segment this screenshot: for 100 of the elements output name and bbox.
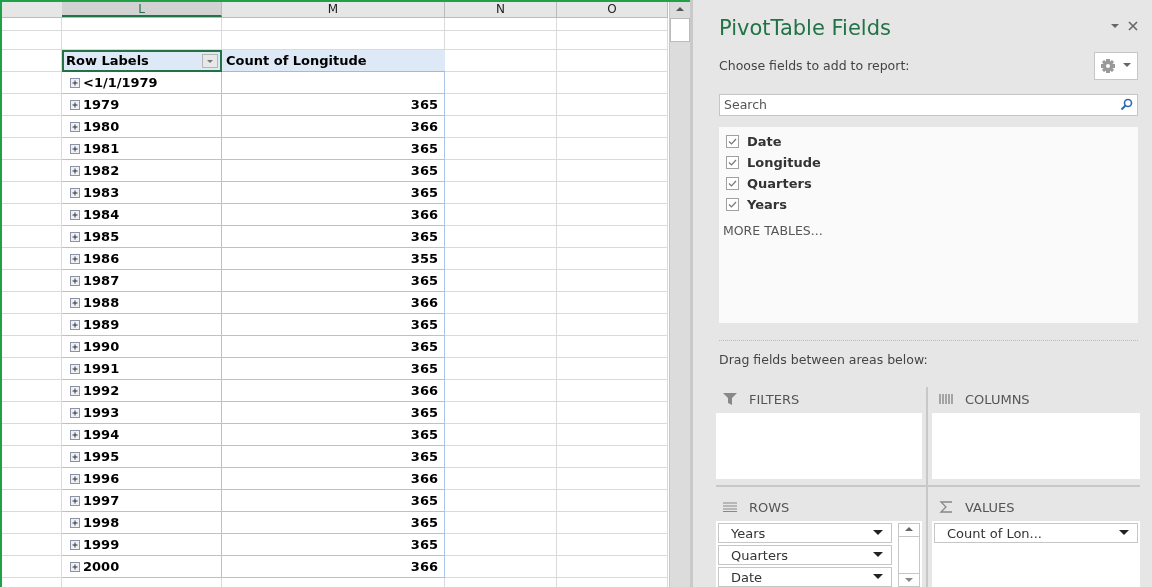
table-cell: 365 [222, 424, 445, 446]
search-icon [1120, 97, 1133, 111]
row-label: 1997 [83, 493, 120, 508]
row-label: 1998 [83, 515, 120, 530]
expand-icon[interactable] [70, 297, 80, 308]
field-name[interactable]: Years [747, 196, 787, 212]
row-label: 1982 [83, 163, 120, 178]
choose-fields-label: Choose fields to add to report: [719, 58, 910, 74]
expand-icon[interactable] [70, 451, 80, 462]
expand-icon[interactable] [70, 517, 80, 528]
row-label: 1990 [83, 339, 120, 354]
caret-icon [873, 530, 883, 536]
table-cell: 365 [222, 160, 445, 182]
field-chip[interactable]: Date [718, 567, 892, 587]
drop-area[interactable]: Years Quarters Date [716, 521, 922, 587]
checkbox[interactable] [726, 176, 739, 190]
expand-icon[interactable] [70, 407, 80, 418]
drop-area[interactable]: Count of Lon... [932, 521, 1140, 587]
expand-icon[interactable] [70, 165, 80, 176]
column-header[interactable]: O [557, 2, 668, 17]
caret-icon [1123, 63, 1131, 69]
checkbox[interactable] [726, 197, 739, 211]
checkbox[interactable] [726, 155, 739, 169]
area-label: ROWS [749, 499, 790, 515]
table-cell: 365 [222, 446, 445, 468]
field-chip[interactable]: Years [718, 523, 892, 543]
expand-icon[interactable] [70, 385, 80, 396]
expand-icon[interactable] [70, 121, 80, 132]
area-label: FILTERS [749, 391, 800, 407]
table-cell: 365 [222, 182, 445, 204]
scroll-thumb[interactable] [670, 18, 690, 42]
panel-title: PivotTable Fields [719, 14, 892, 40]
expand-icon[interactable] [70, 99, 80, 110]
caret-icon [873, 574, 883, 580]
settings-button[interactable] [1094, 51, 1138, 80]
row-label: 1987 [83, 273, 120, 288]
column-header[interactable]: N [445, 2, 557, 17]
rows-icon [723, 502, 737, 512]
vertical-scrollbar[interactable] [669, 2, 690, 587]
table-cell: 365 [222, 314, 445, 336]
row-label: 1993 [83, 405, 120, 420]
table-cell: 355 [222, 248, 445, 270]
row-label: 1999 [83, 537, 120, 552]
table-cell: 365 [222, 138, 445, 160]
dropdown-icon[interactable] [1110, 21, 1120, 30]
dropdown-icon[interactable] [202, 53, 218, 68]
field-name[interactable]: Quarters [747, 175, 812, 191]
row-label: 1983 [83, 185, 120, 200]
row-label: 1996 [83, 471, 120, 486]
field-name[interactable]: Date [747, 133, 782, 149]
gear-icon [1101, 58, 1115, 73]
table-cell: 366 [222, 292, 445, 314]
table-cell: 365 [222, 490, 445, 512]
row-label: 1986 [83, 251, 120, 266]
expand-icon[interactable] [70, 209, 80, 220]
expand-icon[interactable] [70, 539, 80, 550]
search-field[interactable]: Search [719, 93, 1138, 116]
table-cell: 365 [222, 358, 445, 380]
expand-icon[interactable] [70, 275, 80, 286]
row-labels-header[interactable]: Row Labels [62, 50, 222, 72]
caret-icon [873, 552, 883, 558]
checkbox[interactable] [726, 134, 739, 148]
field-chip[interactable]: Count of Lon... [934, 523, 1138, 543]
table-cell: 365 [222, 534, 445, 556]
columns-icon [939, 393, 953, 405]
expand-icon[interactable] [70, 187, 80, 198]
row-label: 1989 [83, 317, 120, 332]
value-header: Count of Longitude [222, 50, 445, 72]
row-label: 1984 [83, 207, 120, 222]
close-icon[interactable] [1128, 20, 1138, 31]
field-chip[interactable]: Quarters [718, 545, 892, 565]
table-cell: 365 [222, 512, 445, 534]
row-label: 1994 [83, 427, 120, 442]
expand-icon[interactable] [70, 319, 80, 330]
expand-icon[interactable] [70, 429, 80, 440]
column-header[interactable]: M [222, 2, 445, 17]
field-name[interactable]: Longitude [747, 154, 821, 170]
row-label: 2000 [83, 559, 120, 574]
expand-icon[interactable] [70, 363, 80, 374]
column-header[interactable]: L [62, 2, 222, 17]
row-label: 1979 [83, 97, 120, 112]
expand-icon[interactable] [70, 341, 80, 352]
list-scrollbar[interactable] [898, 523, 920, 587]
row-label: 1992 [83, 383, 120, 398]
expand-icon[interactable] [70, 231, 80, 242]
table-cell: 366 [222, 468, 445, 490]
table-cell: 365 [222, 94, 445, 116]
table-cell: 366 [222, 380, 445, 402]
expand-icon[interactable] [70, 495, 80, 506]
expand-icon[interactable] [70, 473, 80, 484]
expand-icon[interactable] [70, 253, 80, 264]
row-label: 1980 [83, 119, 120, 134]
table-cell: 365 [222, 226, 445, 248]
drag-fields-label: Drag fields between areas below: [719, 352, 929, 367]
more-tables-link[interactable]: MORE TABLES... [723, 222, 1134, 238]
expand-icon[interactable] [70, 143, 80, 154]
table-cell: 365 [222, 336, 445, 358]
expand-icon[interactable] [70, 77, 80, 88]
expand-icon[interactable] [70, 561, 80, 572]
row-label: <1/1/1979 [83, 75, 158, 90]
